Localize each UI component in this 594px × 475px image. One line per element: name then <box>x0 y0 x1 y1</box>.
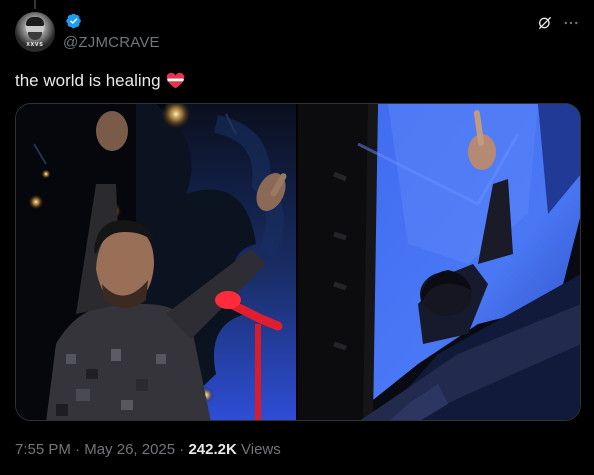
heart-with-ribbon-icon <box>166 72 184 89</box>
photo-left[interactable] <box>16 104 296 420</box>
media-container[interactable] <box>15 103 581 421</box>
grok-icon[interactable] <box>537 15 553 31</box>
photo-right-art <box>298 104 580 420</box>
tweet-text-content: the world is healing <box>15 70 161 90</box>
photo-left-art <box>16 104 296 420</box>
tweet-meta: 7:55 PM · May 26, 2025 · 242.2K Views <box>15 441 281 458</box>
verified-badge-icon <box>66 13 81 29</box>
avatar-text: XXVS <box>26 42 44 48</box>
tweet-time[interactable]: 7:55 PM <box>15 441 71 458</box>
tweet-date[interactable]: May 26, 2025 <box>84 441 175 458</box>
meta-separator: · <box>179 441 185 458</box>
views-count[interactable]: 242.2K <box>188 441 236 458</box>
meta-separator: · <box>75 441 81 458</box>
more-options-icon[interactable] <box>562 14 580 32</box>
author-handle[interactable]: @ZJMCRAVE <box>63 34 160 51</box>
avatar[interactable]: XXVS <box>15 12 55 52</box>
photo-right[interactable] <box>298 104 580 420</box>
views-label: Views <box>241 441 281 458</box>
tweet-text: the world is healing <box>15 70 186 91</box>
thread-connector-line <box>34 0 36 9</box>
